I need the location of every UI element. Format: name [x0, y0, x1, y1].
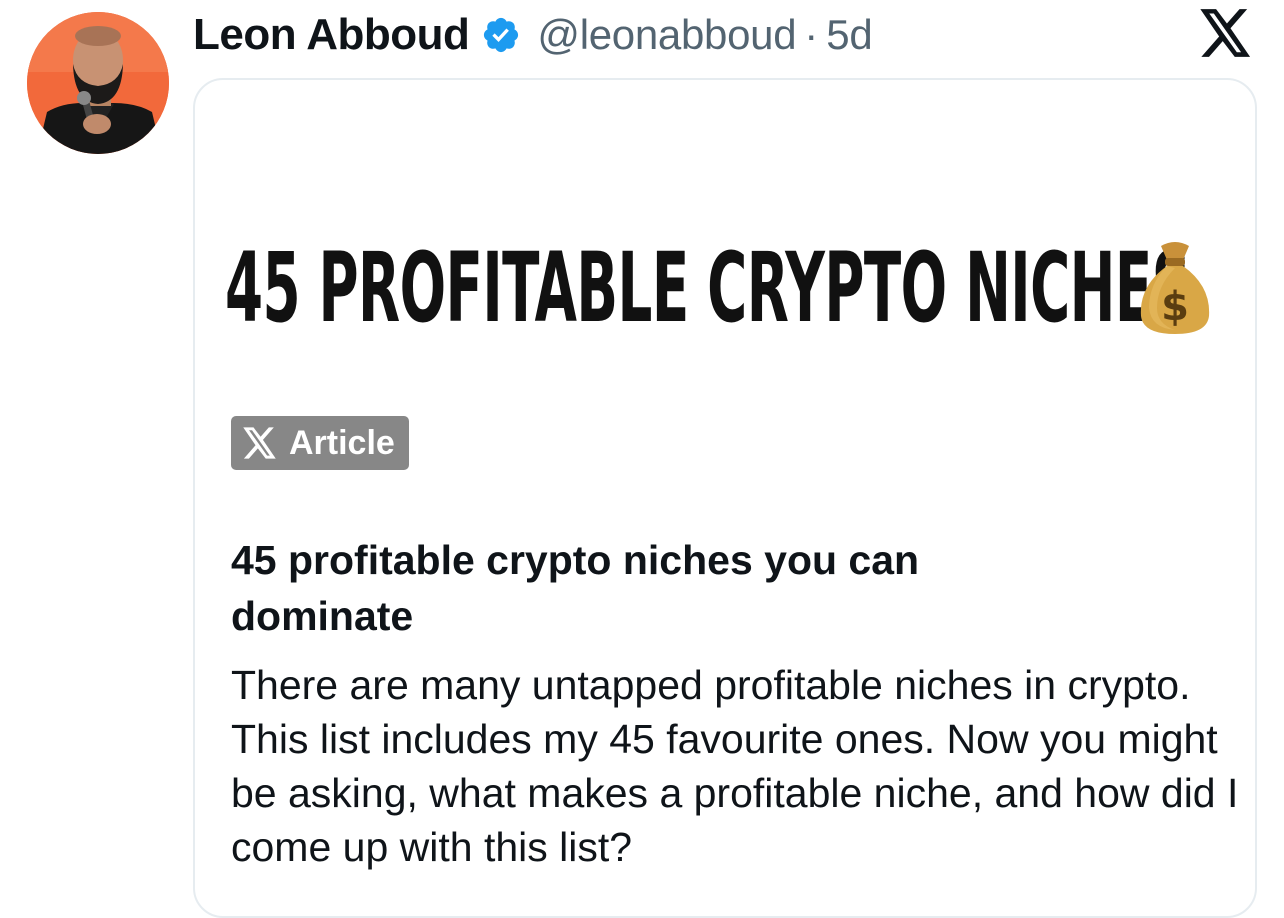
article-badge: Article: [231, 416, 409, 470]
article-description: There are many untapped profitable niche…: [231, 662, 1239, 870]
separator-dot: ·: [804, 11, 819, 58]
article-badge-label: Article: [289, 423, 395, 462]
tweet-timestamp[interactable]: 5d: [826, 11, 872, 59]
author-name[interactable]: Leon Abboud: [193, 10, 470, 60]
avatar-image: [27, 12, 169, 154]
x-badge-icon: [243, 427, 276, 459]
dollar-sign-glyph: $: [1161, 284, 1189, 330]
article-hero-title: 45 PROFITABLE CRYPTO NICHES: [225, 232, 1191, 344]
money-bag-icon: $: [1135, 238, 1215, 338]
author-handle[interactable]: @leonabboud: [537, 11, 796, 59]
verified-badge-icon: [481, 15, 521, 55]
x-logo-icon: [1200, 9, 1252, 57]
article-card[interactable]: 45 PROFITABLE CRYPTO NICHES $ Article 45…: [193, 78, 1257, 918]
article-title[interactable]: 45 profitable crypto niches you can domi…: [231, 532, 991, 644]
tweet-header: Leon Abboud @leonabboud · 5d: [193, 8, 873, 62]
author-avatar[interactable]: [27, 12, 169, 154]
